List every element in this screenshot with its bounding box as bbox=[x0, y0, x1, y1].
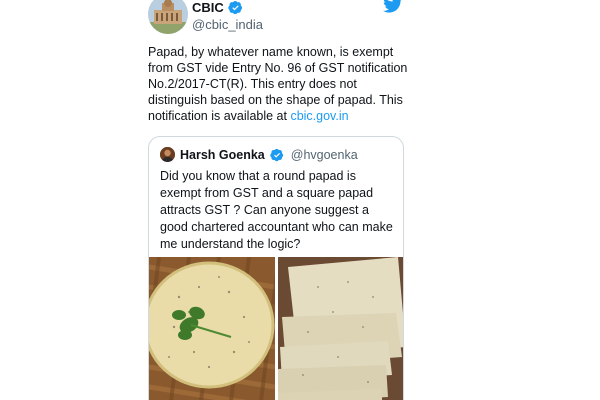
verified-badge-icon bbox=[228, 0, 242, 15]
quoted-verified-badge-icon bbox=[270, 148, 283, 161]
twitter-bird-icon[interactable] bbox=[383, 0, 403, 14]
square-papad-picture bbox=[278, 257, 403, 400]
author-name-row[interactable]: CBIC bbox=[192, 0, 243, 15]
person-avatar-icon bbox=[160, 147, 175, 162]
author-handle[interactable]: @cbic_india bbox=[192, 17, 263, 32]
quoted-tweet-body: Did you know that a round papad is exemp… bbox=[160, 169, 393, 251]
quoted-tweet-header: Harsh Goenka @hvgoenka bbox=[160, 147, 358, 162]
tweet: CBIC @cbic_india Papad, by whatever name… bbox=[0, 0, 600, 400]
author-display-name[interactable]: CBIC bbox=[192, 0, 224, 15]
quoted-handle: @hvgoenka bbox=[290, 147, 358, 162]
quoted-display-name: Harsh Goenka bbox=[180, 147, 265, 162]
square-papad-image[interactable] bbox=[278, 257, 403, 400]
quoted-tweet-card[interactable]: Harsh Goenka @hvgoenka Did you know that… bbox=[148, 136, 404, 400]
building-icon bbox=[148, 0, 188, 34]
tweet-body: Papad, by whatever name known, is exempt… bbox=[148, 44, 408, 124]
round-papad-image[interactable] bbox=[149, 257, 276, 400]
quoted-avatar bbox=[160, 147, 175, 162]
avatar[interactable] bbox=[148, 0, 188, 34]
tweet-body-text: Papad, by whatever name known, is exempt… bbox=[148, 45, 408, 123]
media-gallery bbox=[149, 257, 403, 400]
tweet-link[interactable]: cbic.gov.in bbox=[290, 109, 348, 123]
round-papad-picture bbox=[149, 257, 276, 400]
